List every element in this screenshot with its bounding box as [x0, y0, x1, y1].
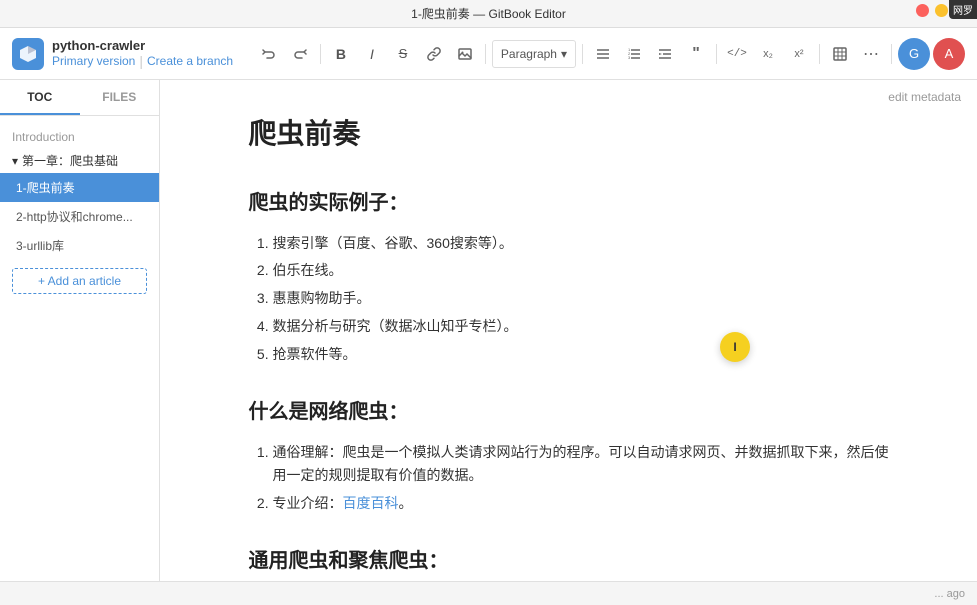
primary-version-link[interactable]: Primary version	[52, 54, 135, 68]
list-item: 抢票软件等。	[273, 343, 889, 367]
list-item: 数据分析与研究（数据冰山知乎专栏）。	[273, 315, 889, 339]
toolbar-divider-3	[582, 44, 583, 64]
list-ul-icon	[596, 47, 610, 61]
create-branch-link[interactable]: Create a branch	[147, 54, 233, 68]
section2-list: 通俗理解：爬虫是一个模拟人类请求网站行为的程序。可以自动请求网页、并数据抓取下来…	[249, 441, 889, 516]
image-icon	[458, 47, 472, 61]
redo-button[interactable]	[286, 40, 314, 68]
sidebar-item-1[interactable]: 1-爬虫前奏	[0, 173, 159, 202]
chapter-1-label: 第一章：爬虫基础	[22, 152, 118, 169]
indent-icon	[658, 47, 672, 61]
quote-button[interactable]: "	[682, 40, 710, 68]
sidebar: TOC FILES Introduction ▾ 第一章：爬虫基础 1-爬虫前奏…	[0, 80, 160, 581]
chapter-arrow-icon: ▾	[12, 154, 18, 168]
list-item: 惠惠购物助手。	[273, 287, 889, 311]
tab-files[interactable]: FILES	[80, 80, 160, 115]
close-button[interactable]	[916, 4, 929, 17]
content-area: edit metadata I 爬虫前奏 爬虫的实际例子： 搜索引擎（百度、谷歌…	[160, 80, 977, 581]
title-bar: 1-爬虫前奏 — GitBook Editor	[0, 0, 977, 28]
status-text: ... ago	[934, 588, 965, 600]
main-layout: TOC FILES Introduction ▾ 第一章：爬虫基础 1-爬虫前奏…	[0, 80, 977, 581]
list-item: 伯乐在线。	[273, 259, 889, 283]
section3-heading: 通用爬虫和聚焦爬虫：	[249, 544, 889, 578]
tab-toc[interactable]: TOC	[0, 80, 80, 115]
logo-area: python-crawler Primary version | Create …	[12, 38, 233, 70]
sidebar-chapter-1[interactable]: ▾ 第一章：爬虫基础	[0, 148, 159, 173]
sidebar-item-3[interactable]: 3-urllib库	[0, 231, 159, 260]
undo-icon	[262, 47, 276, 61]
redo-icon	[293, 47, 307, 61]
italic-button[interactable]: I	[358, 40, 386, 68]
toolbar-divider-5	[819, 44, 820, 64]
header: python-crawler Primary version | Create …	[0, 28, 977, 80]
code-button[interactable]: </>	[723, 40, 751, 68]
undo-button[interactable]	[255, 40, 283, 68]
paragraph-label: Paragraph	[501, 47, 557, 61]
status-bar: ... ago	[0, 581, 977, 605]
list-item: 搜索引擎（百度、谷歌、360搜索等）。	[273, 232, 889, 256]
section1-heading: 爬虫的实际例子：	[249, 186, 889, 220]
editor-area[interactable]: 爬虫前奏 爬虫的实际例子： 搜索引擎（百度、谷歌、360搜索等）。 伯乐在线。 …	[229, 110, 909, 581]
table-button[interactable]	[826, 40, 854, 68]
superscript-button[interactable]: x²	[785, 40, 813, 68]
cursor-label: I	[733, 340, 736, 354]
baidu-baike-link[interactable]: 百度百科	[343, 495, 399, 511]
link-button[interactable]	[420, 40, 448, 68]
list-item: 通俗理解：爬虫是一个模拟人类请求网站行为的程序。可以自动请求网页、并数据抓取下来…	[273, 441, 889, 489]
sidebar-item-2[interactable]: 2-http协议和chrome...	[0, 202, 159, 231]
more-button[interactable]: ⋯	[857, 40, 885, 68]
add-article-button[interactable]: + Add an article	[12, 268, 147, 294]
user-avatar-1[interactable]: G	[898, 38, 930, 70]
gitbook-icon	[18, 44, 38, 64]
sidebar-intro-section: Introduction	[0, 124, 159, 148]
toolbar-divider-2	[485, 44, 486, 64]
list-ul-button[interactable]	[589, 40, 617, 68]
sidebar-tabs: TOC FILES	[0, 80, 159, 116]
toolbar-divider-4	[716, 44, 717, 64]
bold-button[interactable]: B	[327, 40, 355, 68]
link-icon	[427, 47, 441, 61]
toolbar-divider-1	[320, 44, 321, 64]
edit-metadata-button[interactable]: edit metadata	[888, 90, 961, 104]
indent-button[interactable]	[651, 40, 679, 68]
repo-name: python-crawler	[52, 38, 233, 53]
sidebar-content: Introduction ▾ 第一章：爬虫基础 1-爬虫前奏 2-http协议和…	[0, 116, 159, 581]
editor-toolbar: B I S Paragraph ▾ 123 " </> x₂ x²	[255, 38, 965, 70]
logo-icon	[12, 38, 44, 70]
strikethrough-button[interactable]: S	[389, 40, 417, 68]
user-avatar-2[interactable]: A	[933, 38, 965, 70]
document-title: 爬虫前奏	[249, 110, 889, 158]
toolbar-divider-6	[891, 44, 892, 64]
list-ol-button[interactable]: 123	[620, 40, 648, 68]
paragraph-dropdown[interactable]: Paragraph ▾	[492, 40, 576, 68]
table-icon	[833, 47, 847, 61]
logo-text: python-crawler Primary version | Create …	[52, 38, 233, 69]
subscript-button[interactable]: x₂	[754, 40, 782, 68]
list-item: 专业介绍：百度百科。	[273, 492, 889, 516]
list-ol-icon: 123	[627, 47, 641, 61]
minimize-button[interactable]	[935, 4, 948, 17]
user-cursor: I	[720, 332, 750, 362]
separator: |	[139, 53, 143, 69]
network-badge: 网罗	[949, 0, 977, 19]
dropdown-arrow-icon: ▾	[561, 47, 567, 61]
section2-heading: 什么是网络爬虫：	[249, 395, 889, 429]
svg-text:3: 3	[628, 55, 631, 60]
image-button[interactable]	[451, 40, 479, 68]
window-title: 1-爬虫前奏 — GitBook Editor	[10, 5, 967, 22]
section1-list: 搜索引擎（百度、谷歌、360搜索等）。 伯乐在线。 惠惠购物助手。 数据分析与研…	[249, 232, 889, 367]
